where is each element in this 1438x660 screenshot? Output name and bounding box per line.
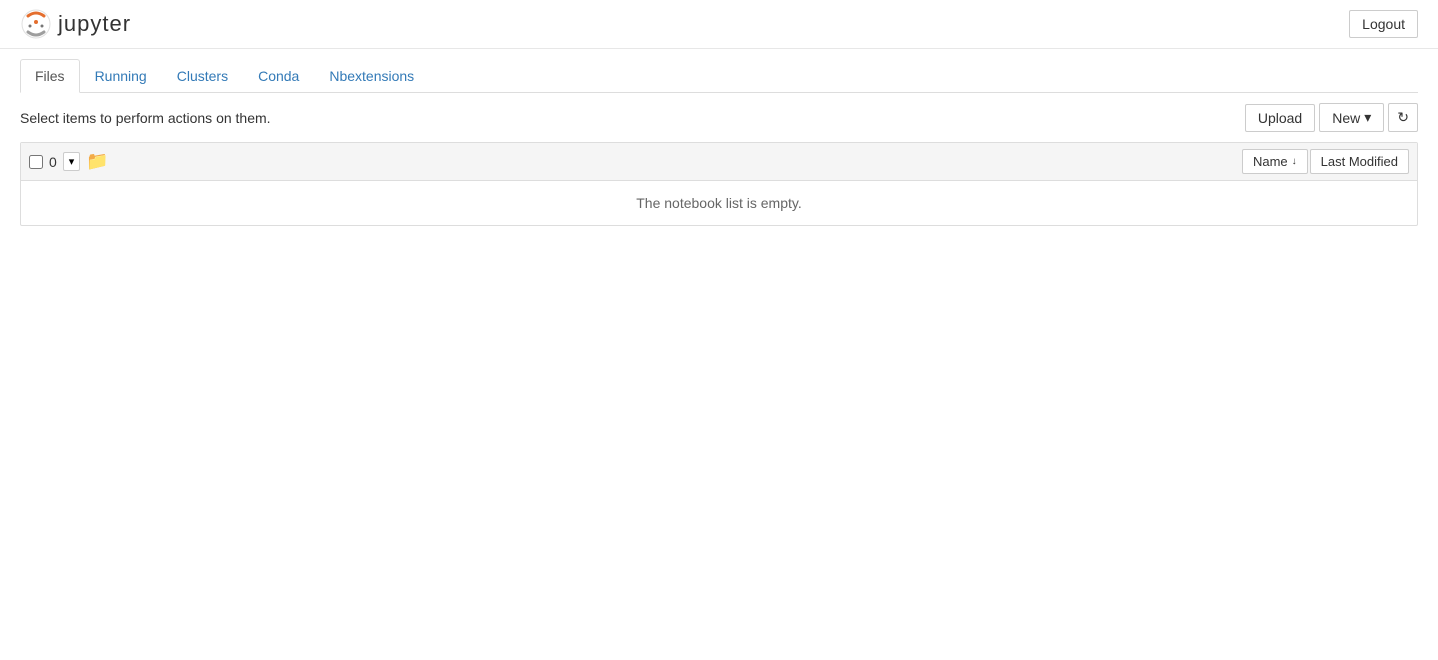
new-folder-icon[interactable]: 📁: [86, 151, 108, 172]
tabs-nav: Files Running Clusters Conda Nbextension…: [20, 59, 1418, 93]
sort-by-last-modified-button[interactable]: Last Modified: [1310, 149, 1409, 174]
refresh-button[interactable]: ↻: [1388, 103, 1418, 132]
select-message: Select items to perform actions on them.: [20, 110, 271, 126]
new-label: New: [1332, 110, 1360, 126]
name-label: Name: [1253, 154, 1288, 169]
logo-text: jupyter: [58, 11, 131, 37]
file-list-container: 0 ▾ 📁 Name ↓ Last Modified The notebook …: [20, 142, 1418, 226]
header: jupyter Logout: [0, 0, 1438, 49]
file-list-header: 0 ▾ 📁 Name ↓ Last Modified: [21, 143, 1417, 181]
toolbar-row: Select items to perform actions on them.…: [20, 103, 1418, 132]
logout-button[interactable]: Logout: [1349, 10, 1418, 38]
sort-arrow-icon: ↓: [1292, 156, 1297, 167]
sort-by-name-button[interactable]: Name ↓: [1242, 149, 1308, 174]
new-button[interactable]: New ▾: [1319, 103, 1384, 132]
file-list-header-right: Name ↓ Last Modified: [1242, 149, 1409, 174]
file-list-header-left: 0 ▾ 📁: [29, 151, 1242, 172]
select-dropdown-button[interactable]: ▾: [63, 152, 81, 171]
tab-clusters[interactable]: Clusters: [162, 59, 243, 93]
tab-running[interactable]: Running: [80, 59, 162, 93]
toolbar-right: Upload New ▾ ↻: [1245, 103, 1418, 132]
select-all-checkbox[interactable]: [29, 155, 43, 169]
new-dropdown-arrow: ▾: [1364, 109, 1371, 126]
jupyter-logo-icon: [20, 8, 52, 40]
logo-area: jupyter: [20, 8, 131, 40]
tab-files[interactable]: Files: [20, 59, 80, 93]
empty-message: The notebook list is empty.: [21, 181, 1417, 225]
upload-button[interactable]: Upload: [1245, 104, 1315, 132]
main-content: Files Running Clusters Conda Nbextension…: [0, 49, 1438, 236]
tab-conda[interactable]: Conda: [243, 59, 314, 93]
select-count: 0: [49, 154, 57, 170]
tab-nbextensions[interactable]: Nbextensions: [314, 59, 429, 93]
